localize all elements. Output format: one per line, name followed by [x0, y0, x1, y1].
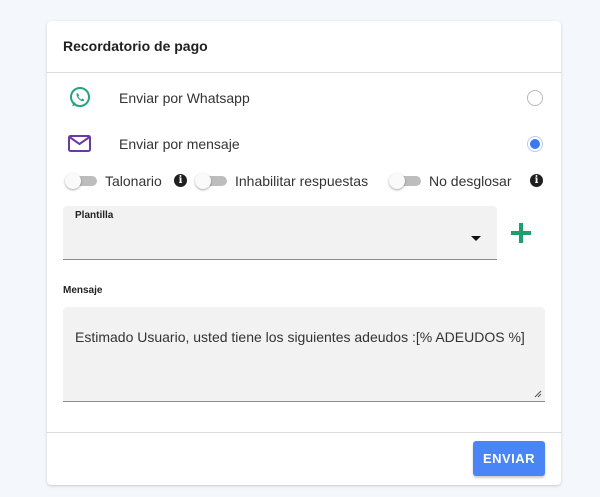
payment-reminder-card: Recordatorio de pago Enviar por Whatsapp… [47, 21, 561, 485]
plus-icon [511, 223, 531, 243]
caret-down-icon [471, 236, 481, 241]
card-title: Recordatorio de pago [63, 38, 208, 54]
template-select-label: Plantilla [75, 210, 114, 221]
option-message[interactable]: Enviar por mensaje [67, 131, 543, 157]
add-template-button[interactable] [509, 221, 533, 245]
no-desglosar-label: No desglosar [429, 173, 512, 189]
switch-thumb [389, 173, 405, 189]
message-label: Mensaje [63, 285, 103, 296]
switch-thumb [65, 173, 81, 189]
footer-divider [47, 432, 561, 433]
option-message-label: Enviar por mensaje [119, 136, 240, 152]
message-textarea[interactable]: Estimado Usuario, usted tiene los siguie… [63, 307, 545, 402]
option-whatsapp[interactable]: Enviar por Whatsapp [67, 85, 543, 111]
send-button[interactable]: ENVIAR [473, 441, 545, 476]
template-select[interactable]: Plantilla [63, 206, 497, 260]
talonario-switch[interactable] [65, 173, 97, 189]
envelope-icon [67, 131, 93, 157]
inhabilitar-respuestas-label: Inhabilitar respuestas [235, 173, 369, 189]
resize-handle-icon[interactable] [534, 390, 542, 398]
option-whatsapp-label: Enviar por Whatsapp [119, 90, 250, 106]
switch-thumb [195, 173, 211, 189]
talonario-label: Talonario [105, 173, 162, 189]
message-text: Estimado Usuario, usted tiene los siguie… [75, 329, 525, 345]
inhabilitar-respuestas-switch[interactable] [195, 173, 227, 189]
radio-message[interactable] [527, 136, 543, 152]
header-divider [47, 72, 561, 73]
radio-whatsapp[interactable] [527, 90, 543, 106]
info-icon[interactable]: i [174, 174, 187, 187]
toggle-row: Talonario i Inhabilitar respuestas No de… [65, 171, 547, 191]
whatsapp-icon [67, 85, 93, 111]
info-icon[interactable]: i [530, 174, 543, 187]
no-desglosar-switch[interactable] [389, 173, 421, 189]
